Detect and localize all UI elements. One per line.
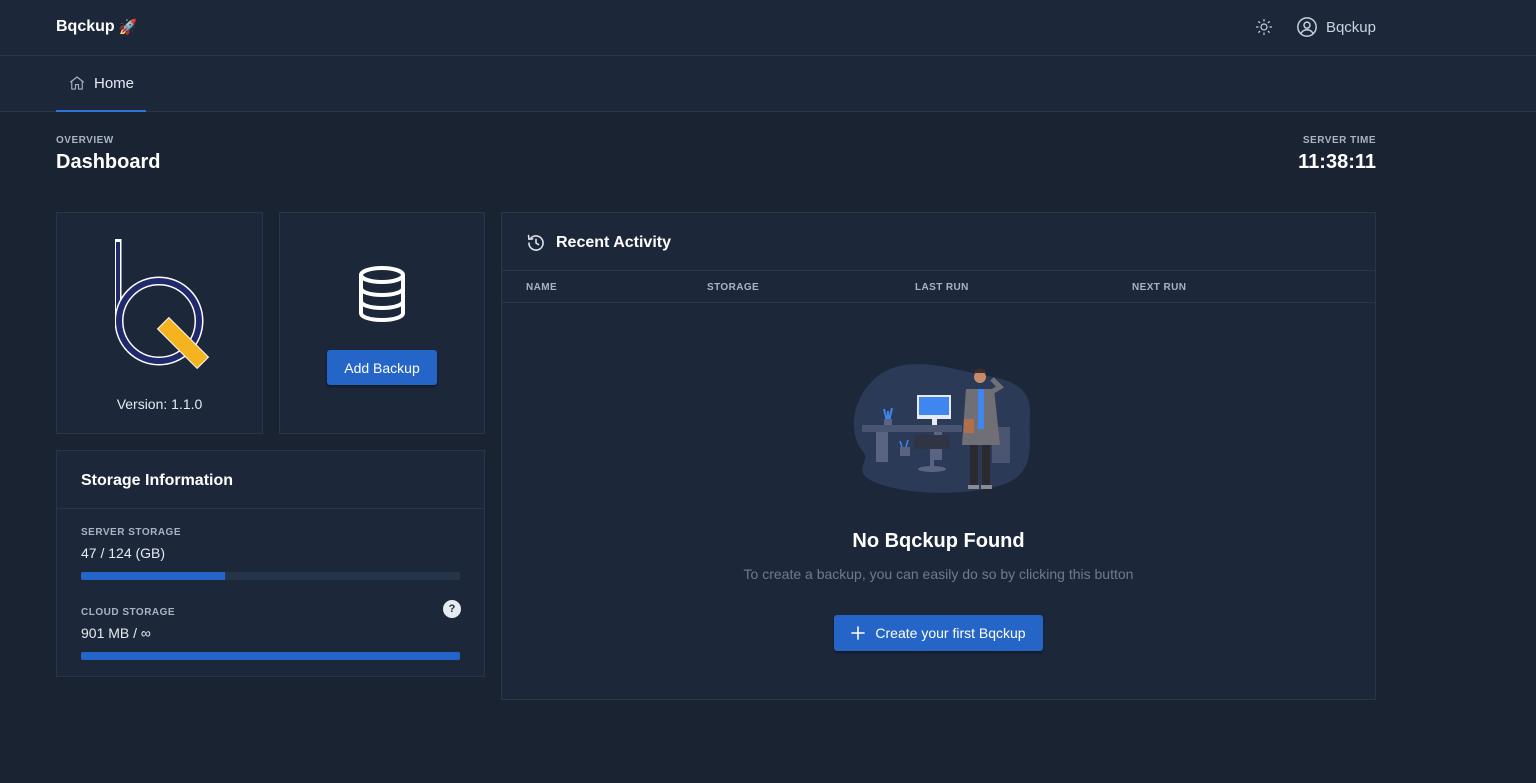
cloud-storage-progress-fill xyxy=(81,652,460,660)
history-icon xyxy=(527,234,544,251)
page-header: OVERVIEW Dashboard xyxy=(56,135,160,174)
top-right-actions: Bqckup xyxy=(1254,16,1376,38)
version-card: Version: 1.1.0 xyxy=(56,212,263,434)
version-label: Version: 1.1.0 xyxy=(116,396,203,412)
cloud-storage-progress xyxy=(81,652,460,660)
tab-home[interactable]: Home xyxy=(56,56,146,112)
home-icon xyxy=(69,76,85,90)
column-storage[interactable]: STORAGE xyxy=(707,282,759,293)
help-icon[interactable]: ? xyxy=(443,600,461,618)
nav-bar: Home xyxy=(0,56,1536,112)
page-title: Dashboard xyxy=(56,151,161,173)
plus-icon xyxy=(851,626,866,640)
add-backup-card: Add Backup xyxy=(279,212,485,434)
server-time-label: SERVER TIME xyxy=(1302,135,1376,146)
column-name[interactable]: NAME xyxy=(526,282,557,293)
server-storage-label: SERVER STORAGE xyxy=(81,527,181,538)
top-bar: Bqckup 🚀 Bqckup xyxy=(0,0,1536,56)
empty-state-subtitle: To create a backup, you can easily do so… xyxy=(743,566,1134,582)
theme-toggle-button[interactable] xyxy=(1254,17,1274,37)
server-storage-progress-fill xyxy=(81,572,225,580)
cloud-storage-value: 901 MB / ∞ xyxy=(81,625,151,641)
user-name: Bqckup xyxy=(1325,18,1376,36)
server-time-value: 11:38:11 xyxy=(1298,151,1376,173)
column-next-run[interactable]: NEXT RUN xyxy=(1132,282,1186,293)
column-last-run[interactable]: LAST RUN xyxy=(915,282,969,293)
empty-state-title: No Bqckup Found xyxy=(852,530,1025,552)
user-circle-icon xyxy=(1297,17,1317,37)
recent-activity-card: Recent Activity NAME STORAGE LAST RUN NE… xyxy=(501,212,1376,700)
cloud-storage-block: CLOUD STORAGE ? 901 MB / ∞ xyxy=(81,600,461,660)
brand[interactable]: Bqckup 🚀 xyxy=(56,18,137,36)
tab-home-label: Home xyxy=(94,74,135,92)
bqckup-logo xyxy=(115,239,210,370)
database-icon xyxy=(359,266,405,322)
recent-activity-title: Recent Activity xyxy=(556,234,671,251)
activity-table-header: NAME STORAGE LAST RUN NEXT RUN xyxy=(502,271,1375,303)
sun-icon xyxy=(1255,18,1273,36)
brand-name: Bqckup xyxy=(56,18,115,35)
rocket-icon: 🚀 xyxy=(118,19,138,36)
server-storage-progress xyxy=(81,572,460,580)
storage-divider xyxy=(57,508,484,509)
recent-activity-header: Recent Activity xyxy=(526,233,671,253)
server-storage-value: 47 / 124 (GB) xyxy=(81,545,166,561)
create-first-backup-button[interactable]: Create your first Bqckup xyxy=(834,615,1043,651)
page-overline: OVERVIEW xyxy=(56,135,114,146)
server-time-block: SERVER TIME 11:38:11 xyxy=(1298,135,1376,174)
cloud-storage-label: CLOUD STORAGE xyxy=(81,607,176,618)
add-backup-button[interactable]: Add Backup xyxy=(327,350,437,385)
create-first-backup-label: Create your first Bqckup xyxy=(875,625,1026,641)
server-storage-block: SERVER STORAGE 47 / 124 (GB) xyxy=(81,527,461,580)
storage-card-title: Storage Information xyxy=(81,472,234,489)
user-menu-button[interactable]: Bqckup xyxy=(1296,16,1376,38)
empty-state-illustration xyxy=(853,364,1031,493)
storage-info-card: Storage Information SERVER STORAGE 47 / … xyxy=(56,450,485,677)
